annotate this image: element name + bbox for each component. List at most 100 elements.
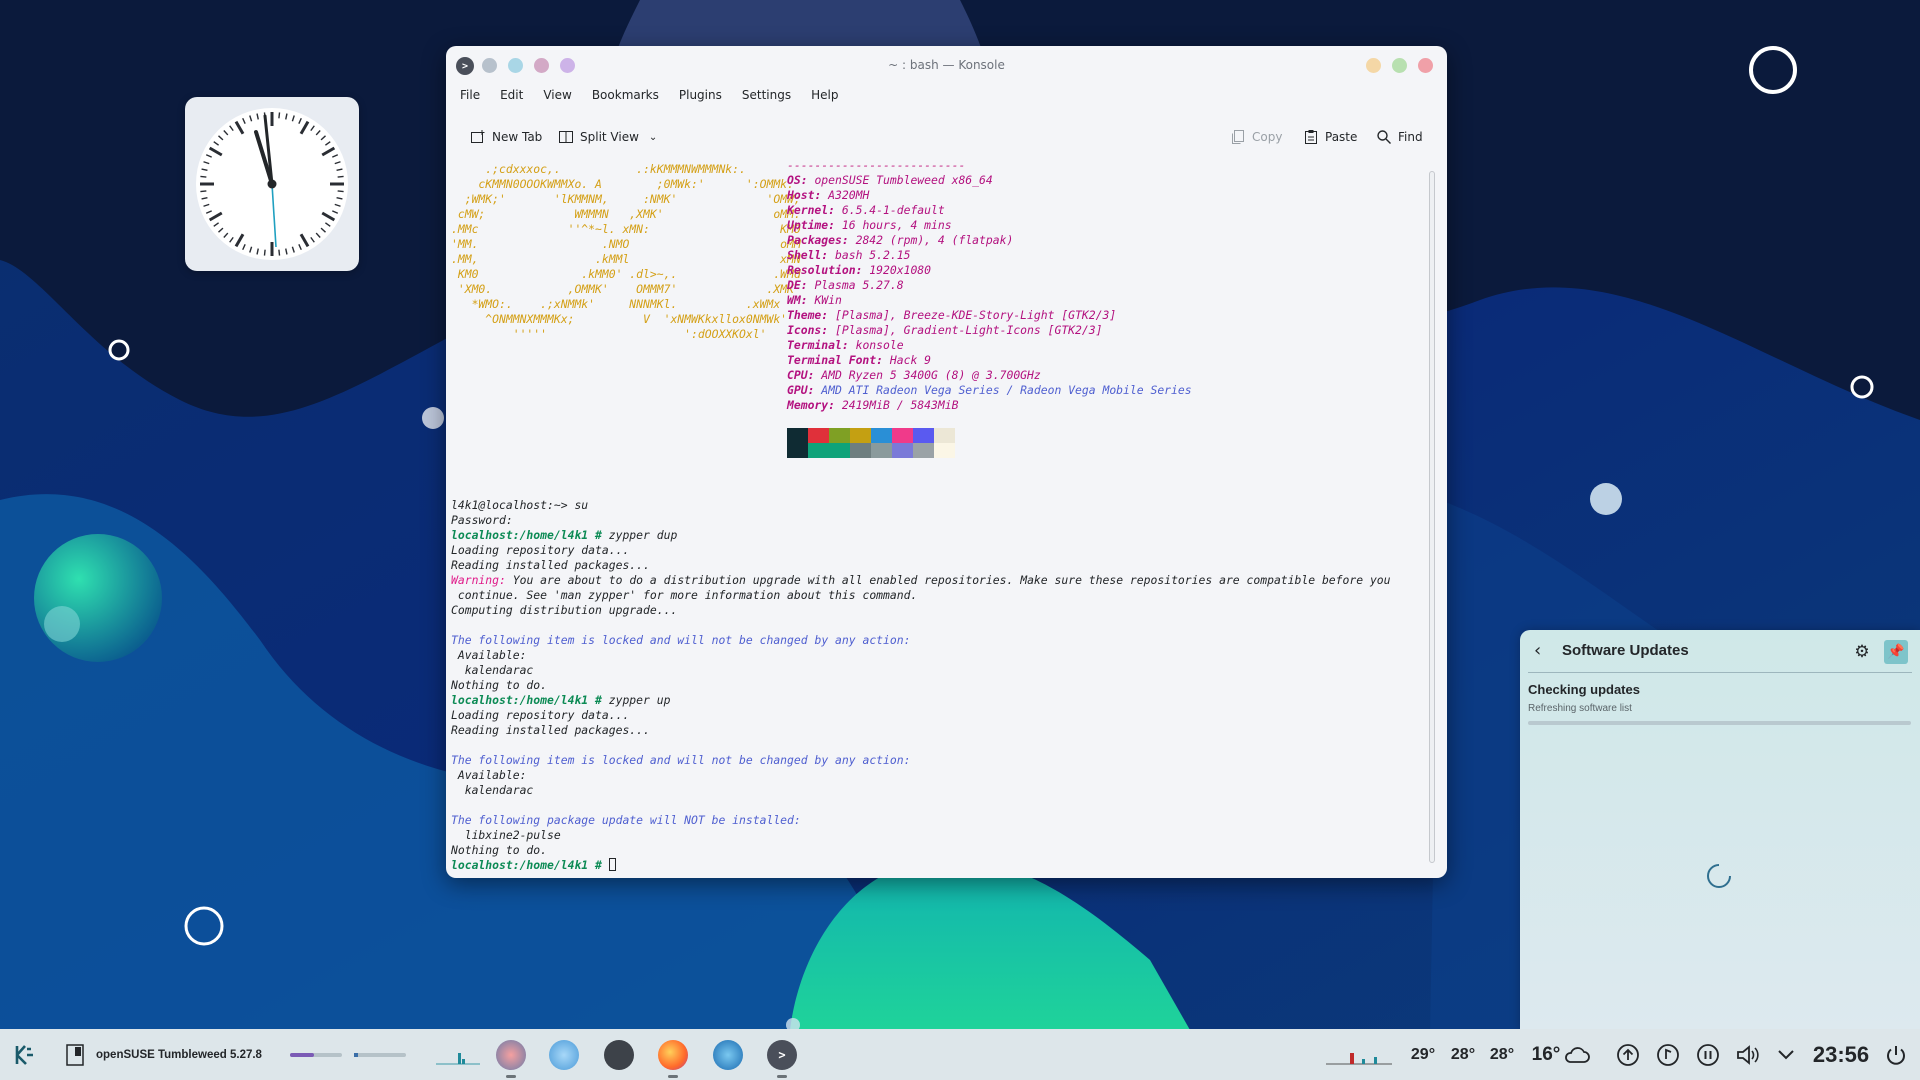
terminal-line: l4k1@localhost:~> su	[451, 498, 589, 512]
konsole-icon: >	[767, 1039, 797, 1070]
taskbar-app-discover[interactable]	[549, 1029, 579, 1080]
sysinfo-value: Plasma 5.27.8	[814, 278, 904, 292]
taskbar-konsole[interactable]: >	[767, 1029, 797, 1080]
warning-label: Warning:	[451, 573, 506, 587]
ascii-logo-line: .MMc ''^*~l. xMN: KM0	[451, 222, 801, 236]
sysinfo-key: DE	[787, 278, 801, 292]
temp-sensor-2[interactable]: 28°	[1448, 1029, 1478, 1080]
ascii-logo-line: .;cdxxxoc,. .:kKMMMNWMMMNk:.	[451, 162, 746, 176]
chevron-down-icon	[1778, 1049, 1794, 1059]
pager-icon[interactable]	[64, 1029, 86, 1080]
palette-swatch	[934, 428, 955, 443]
terminal-scrollbar[interactable]	[1429, 171, 1435, 863]
new-tab-icon	[471, 130, 485, 143]
application-launcher[interactable]	[10, 1029, 40, 1080]
taskbar-app-1[interactable]	[496, 1029, 526, 1080]
window-title: ~ : bash — Konsole	[888, 58, 1005, 72]
palette-swatch	[871, 443, 892, 458]
palette-swatch	[850, 428, 871, 443]
updates-tray-button[interactable]	[1614, 1029, 1642, 1080]
taskbar-firefox[interactable]	[658, 1029, 688, 1080]
sysinfo-value: openSUSE Tumbleweed x86_64	[814, 173, 993, 187]
ascii-logo-line: ^ONMMNXMMMKx; V 'xNMWKkxllox0NMWk'	[451, 312, 788, 326]
terminal-line: kalendarac	[451, 663, 534, 677]
palette-swatch	[808, 443, 829, 458]
back-arrow-icon[interactable]: ‹	[1534, 642, 1552, 660]
menu-edit[interactable]: Edit	[500, 88, 523, 110]
terminal-line: continue. See 'man zypper' for more info…	[451, 588, 918, 602]
maximize-button[interactable]	[1392, 58, 1407, 73]
task-label: openSUSE Tumbleweed 5.27.8	[96, 1048, 262, 1061]
ascii-logo-line: 'XM0. ,OMMK' OMMM7' .XMK	[451, 282, 794, 296]
digital-clock[interactable]: 23:56	[1806, 1029, 1876, 1080]
split-view-icon	[559, 131, 573, 143]
palette-swatch	[934, 443, 955, 458]
task-openSUSE[interactable]: openSUSE Tumbleweed 5.27.8	[96, 1029, 266, 1080]
new-tab-button[interactable]: New Tab	[470, 125, 542, 149]
window-titlebar[interactable]: > ~ : bash — Konsole	[446, 46, 1447, 84]
kde-logo-icon	[15, 1044, 33, 1065]
sysinfo-row: OS: openSUSE Tumbleweed x86_64	[787, 173, 993, 187]
ascii-logo-line: 'MM. .NMO oMM	[451, 237, 801, 251]
mini-slider-1[interactable]	[290, 1029, 342, 1080]
shell-prompt: localhost:/home/l4k1 #	[451, 858, 602, 872]
gear-icon[interactable]: ⚙	[1852, 642, 1872, 662]
menu-bookmarks[interactable]: Bookmarks	[592, 88, 659, 110]
menu-settings[interactable]: Settings	[742, 88, 791, 110]
pause-tray-button[interactable]	[1694, 1029, 1722, 1080]
mini-slider-2[interactable]	[354, 1029, 406, 1080]
split-view-button[interactable]: Split View ⌄	[558, 125, 657, 149]
volume-tray-button[interactable]	[1734, 1029, 1762, 1080]
system-monitor-graph[interactable]	[436, 1029, 480, 1080]
analog-clock-widget[interactable]	[185, 97, 359, 271]
sysinfo-row: Host: A320MH	[787, 188, 870, 202]
sysinfo-value: 1920x1080	[869, 263, 932, 277]
network-graph[interactable]	[1326, 1029, 1392, 1080]
temp-sensor-1[interactable]: 29°	[1408, 1029, 1438, 1080]
power-button[interactable]	[1882, 1029, 1910, 1080]
update-status: Checking updates	[1528, 682, 1640, 697]
terminal-view[interactable]: .;cdxxxoc,. .:kKMMMNWMMMNk:. cKMMN0OOOKW…	[451, 158, 1416, 873]
terminal-cursor	[608, 858, 616, 871]
pin-icon[interactable]: 📌	[1884, 640, 1908, 664]
paste-button[interactable]: Paste	[1303, 125, 1357, 149]
terminal-line: Nothing to do.	[451, 678, 548, 692]
konsole-window[interactable]: > ~ : bash — Konsole File Edit View Book…	[446, 46, 1447, 878]
terminal-line: Available:	[451, 648, 527, 662]
terminal-line: Computing distribution upgrade...	[451, 603, 678, 617]
sysinfo-value: AMD Ryzen 5 3400G (8) @ 3.700GHz	[821, 368, 1041, 382]
sysinfo-value: 6.5.4-1-default	[841, 203, 945, 217]
taskbar-app-3[interactable]	[604, 1029, 634, 1080]
sysinfo-key: Packages	[787, 233, 842, 247]
close-button[interactable]	[1418, 58, 1433, 73]
cloud-icon	[1565, 1046, 1591, 1063]
sysinfo-key: Memory	[787, 398, 829, 412]
power-icon	[1887, 1045, 1905, 1065]
new-tab-label: New Tab	[492, 130, 543, 144]
weather-widget[interactable]: 16°	[1526, 1029, 1596, 1080]
sysinfo-row: WM: KWin	[787, 293, 842, 307]
find-button[interactable]: Find	[1376, 125, 1423, 149]
menu-help[interactable]: Help	[811, 88, 838, 110]
taskbar-app-5[interactable]	[713, 1029, 743, 1080]
temp-sensor-3[interactable]: 28°	[1487, 1029, 1517, 1080]
menu-file[interactable]: File	[460, 88, 480, 110]
sysinfo-key: OS	[787, 173, 801, 187]
minimize-button[interactable]	[1366, 58, 1381, 73]
header-divider	[1528, 672, 1912, 673]
media-tray-button[interactable]	[1654, 1029, 1682, 1080]
sysinfo-key: Uptime	[787, 218, 829, 232]
chevron-down-icon[interactable]: ⌄	[649, 132, 657, 143]
terminal-line: Warning: You are about to do a distribut…	[451, 573, 1391, 588]
menu-view[interactable]: View	[543, 88, 571, 110]
ascii-logo-line: .MM, .kMMl xMN	[451, 252, 801, 266]
copy-button[interactable]: Copy	[1230, 125, 1282, 149]
menu-plugins[interactable]: Plugins	[679, 88, 722, 110]
find-label: Find	[1398, 130, 1423, 144]
minute-tick	[200, 175, 207, 178]
terminal-text: You are about to do a distribution upgra…	[505, 573, 1391, 587]
software-updates-panel[interactable]: ‹ Software Updates ⚙ 📌 Checking updates …	[1520, 630, 1920, 1030]
sysinfo-row: Terminal Font: Hack 9	[787, 353, 932, 367]
tray-expand-button[interactable]	[1774, 1029, 1798, 1080]
